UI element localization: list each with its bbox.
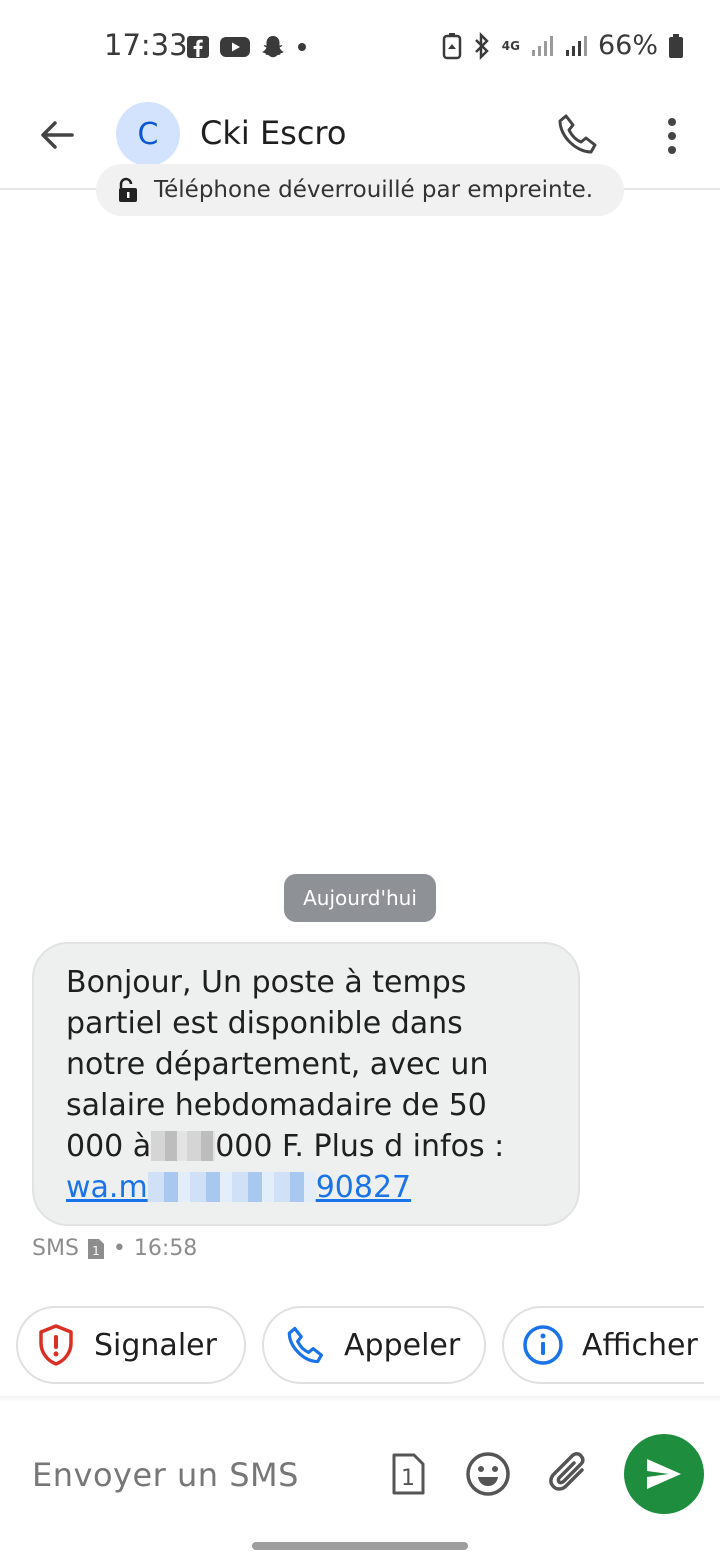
chip-label: Appeler [344,1327,461,1363]
system-icons: 4G 66% [442,30,684,61]
message-line: notre département, avec un [66,1047,489,1082]
chip-label: Afficher l [582,1327,704,1363]
send-button[interactable] [624,1434,704,1514]
phone-icon[interactable] [552,110,600,158]
bluetooth-icon [474,31,489,60]
message-line: 000 à 000 F. Plus d infos : [66,1126,554,1167]
message-bubble[interactable]: Bonjour, Un poste à temps partiel est di… [32,942,580,1226]
phone-icon [287,1326,324,1364]
gesture-navigation-bar[interactable] [252,1542,468,1550]
redacted-amount [151,1131,216,1161]
sim-select-icon[interactable]: 1 [388,1452,428,1496]
info-icon [523,1325,563,1365]
message-line: partiel est disponible dans [66,1006,463,1041]
message-time: 16:58 [133,1236,198,1261]
more-vert-icon[interactable] [660,112,684,160]
contact-name[interactable]: Cki Escro [200,114,346,152]
facebook-icon [187,36,209,58]
unlock-icon [119,177,137,202]
status-bar: 17:33 4G 66% [0,0,720,90]
signal-icon-2 [565,35,587,56]
message-line: salaire hebdomadaire de 50 [66,1088,487,1123]
view-chip[interactable]: Afficher l [502,1306,704,1384]
emoji-icon[interactable] [464,1450,512,1498]
message-channel: SMS [32,1236,79,1261]
battery-icon [669,33,683,58]
toast-text: Téléphone déverrouillé par empreinte. [154,177,594,203]
link-text-part: 90827 [315,1170,412,1205]
back-arrow-icon[interactable] [34,112,80,158]
svg-text:1: 1 [401,1466,415,1491]
send-icon [647,1459,681,1489]
message-input[interactable]: Envoyer un SMS [32,1456,362,1494]
composer-divider [0,1396,720,1402]
date-separator: Aujourd'hui [284,874,436,922]
suggestion-chips: Signaler Appeler Afficher l [16,1306,704,1386]
call-chip[interactable]: Appeler [262,1306,486,1384]
message-text-part: 000 F. Plus d infos : [215,1129,505,1164]
message-meta: SMS 1 • 16:58 [32,1236,197,1261]
attach-icon[interactable] [548,1450,592,1498]
avatar[interactable]: C [116,102,180,166]
battery-percent: 66% [597,30,658,61]
composer-bar: Envoyer un SMS 1 [0,1420,720,1530]
network-type: 4G [501,38,520,53]
sim-icon: 1 [87,1238,104,1259]
shield-alert-icon [39,1324,73,1366]
snapchat-icon [262,36,284,58]
meta-separator: • [112,1236,126,1261]
battery-saver-icon [442,32,462,59]
youtube-icon [220,37,250,57]
message-link[interactable]: wa.m 90827 [66,1170,411,1205]
status-time: 17:33 [104,28,188,62]
signal-icon-1 [531,35,553,56]
svg-text:1: 1 [92,1244,100,1258]
message-line: wa.m 90827 [66,1167,554,1208]
redacted-link [147,1172,316,1202]
message-text-part: 000 à [66,1129,152,1164]
chip-label: Signaler [94,1327,217,1363]
dot-icon [298,43,306,51]
link-text-part: wa.m [66,1170,148,1205]
unlock-toast: Téléphone déverrouillé par empreinte. [96,164,624,216]
message-line: Bonjour, Un poste à temps [66,965,467,1000]
notification-icons [186,34,308,60]
report-chip[interactable]: Signaler [16,1306,246,1384]
